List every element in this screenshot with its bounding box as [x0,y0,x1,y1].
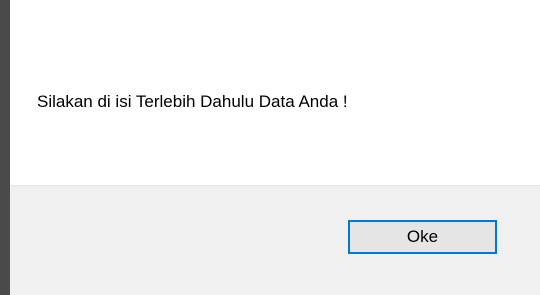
ok-button[interactable]: Oke [348,220,497,254]
dialog-button-bar: Oke [10,185,540,295]
dialog-message: Silakan di isi Terlebih Dahulu Data Anda… [37,92,348,111]
message-dialog: Silakan di isi Terlebih Dahulu Data Anda… [0,0,540,295]
window-left-edge [0,0,10,295]
dialog-content: Silakan di isi Terlebih Dahulu Data Anda… [10,0,540,185]
